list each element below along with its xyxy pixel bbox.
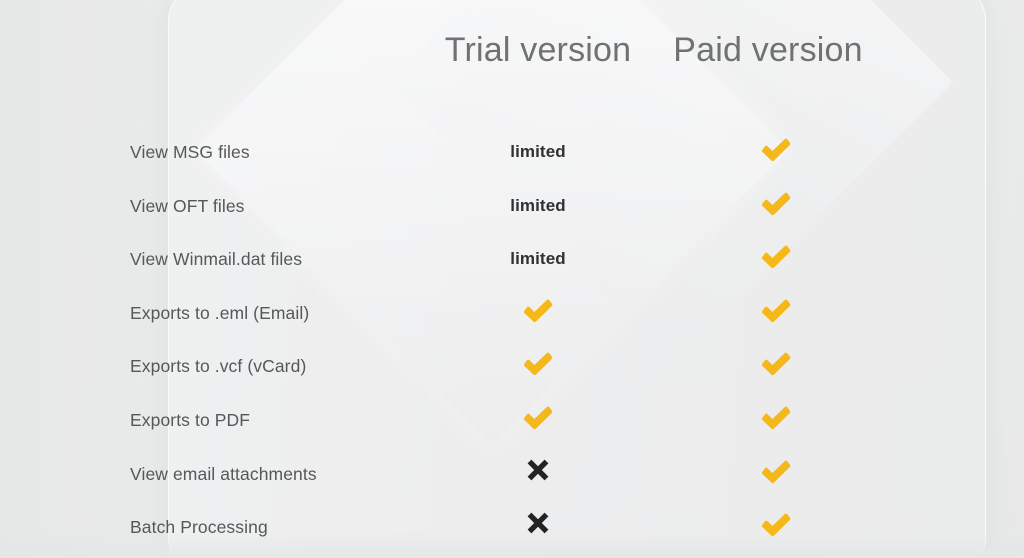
- limited-label: limited: [510, 195, 566, 215]
- table-row: View MSG files limited: [0, 135, 1024, 169]
- comparison-table: Trial version Paid version View MSG file…: [0, 0, 1024, 558]
- paid-cell: [696, 189, 856, 223]
- paid-cell: [696, 242, 856, 276]
- feature-label: View email attachments: [130, 463, 317, 484]
- check-icon: [759, 242, 793, 285]
- check-icon: [759, 189, 793, 232]
- paid-cell: [696, 510, 856, 544]
- column-header-paid: Paid version: [673, 31, 863, 69]
- feature-label: Exports to .eml (Email): [130, 302, 310, 323]
- trial-cell: [458, 403, 618, 437]
- paid-cell: [696, 135, 856, 169]
- check-icon: [759, 349, 793, 392]
- check-icon: [521, 403, 555, 446]
- trial-cell: [458, 510, 618, 544]
- cross-icon: [525, 510, 551, 553]
- trial-cell: limited: [458, 189, 618, 223]
- trial-cell: limited: [458, 135, 618, 169]
- trial-cell: [458, 349, 618, 383]
- trial-cell: [458, 296, 618, 330]
- trial-cell: [458, 457, 618, 491]
- check-icon: [521, 349, 555, 392]
- check-icon: [759, 296, 793, 339]
- paid-cell: [696, 457, 856, 491]
- trial-cell: limited: [458, 242, 618, 276]
- table-row: Exports to .eml (Email): [0, 296, 1024, 330]
- comparison-slide: Trial version Paid version View MSG file…: [0, 0, 1024, 558]
- paid-cell: [696, 296, 856, 330]
- feature-label: Exports to PDF: [130, 410, 251, 430]
- paid-cell: [696, 403, 856, 437]
- limited-label: limited: [510, 142, 566, 161]
- table-row: View Winmail.dat files limited: [0, 242, 1024, 276]
- feature-label: Exports to .vcf (vCard): [130, 356, 307, 377]
- table-row: Exports to PDF: [0, 403, 1024, 437]
- table-header-row: Trial version Paid version: [0, 28, 1024, 76]
- limited-label: limited: [510, 249, 566, 269]
- table-row: View OFT files limited: [0, 189, 1024, 223]
- table-row: Exports to .vcf (vCard): [0, 349, 1024, 383]
- check-icon: [759, 135, 793, 178]
- feature-label: View MSG files: [130, 142, 250, 162]
- table-row: Batch Processing: [0, 510, 1024, 544]
- check-icon: [759, 510, 793, 553]
- check-icon: [759, 457, 793, 500]
- feature-label: Batch Processing: [130, 517, 268, 538]
- feature-label: View Winmail.dat files: [130, 249, 303, 270]
- feature-label: View OFT files: [130, 195, 245, 216]
- table-row: View email attachments: [0, 457, 1024, 491]
- check-icon: [759, 403, 793, 446]
- paid-cell: [696, 349, 856, 383]
- check-icon: [521, 296, 555, 339]
- cross-icon: [525, 457, 551, 500]
